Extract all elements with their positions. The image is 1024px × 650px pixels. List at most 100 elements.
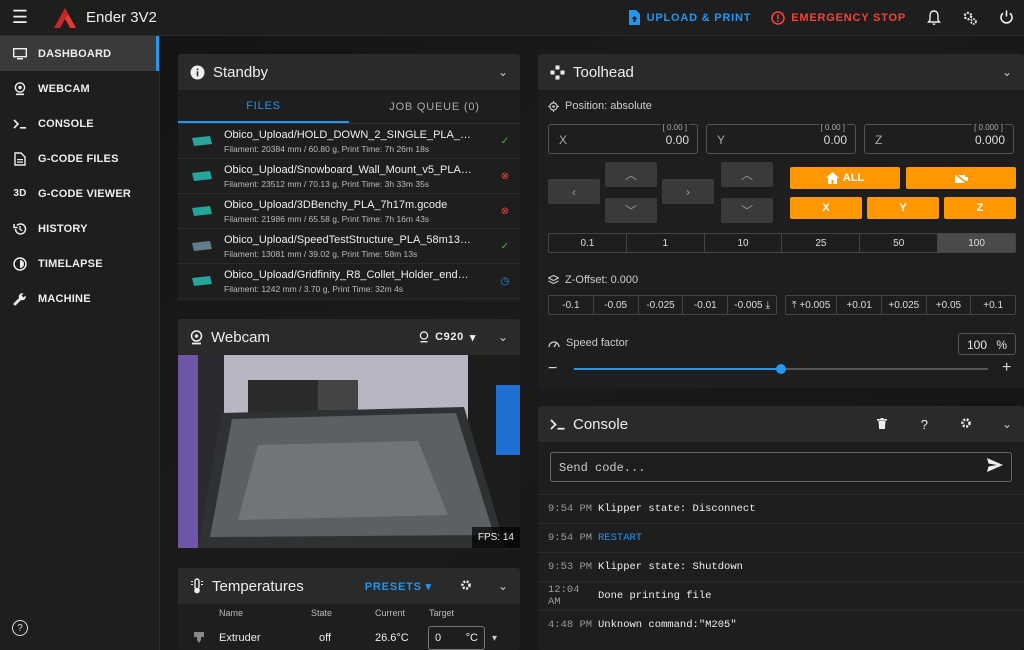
jog-y-plus-button[interactable]: ︿	[605, 162, 657, 187]
sidebar-item-gcode-viewer[interactable]: 3D G-CODE VIEWER	[0, 176, 159, 211]
sidebar-item-console[interactable]: CONSOLE	[0, 106, 159, 141]
z-offset-down-button[interactable]: -0.005 ⤓	[728, 296, 776, 314]
file-thumbnail	[192, 241, 212, 251]
sidebar-item-machine[interactable]: MACHINE	[0, 281, 159, 316]
sidebar: DASHBOARD WEBCAM CONSOLE G-CODE FILES 3D…	[0, 36, 160, 650]
sidebar-item-history[interactable]: HISTORY	[0, 211, 159, 246]
target-temp-input[interactable]: 0 °C	[428, 626, 485, 650]
file-name: Obico_Upload/Snowboard_Wall_Mount_v5_PLA…	[224, 163, 474, 176]
file-row[interactable]: Obico_Upload/HOLD_DOWN_2_SINGLE_PLA_7h26…	[178, 124, 520, 159]
upload-print-button[interactable]: UPLOAD & PRINT	[618, 0, 762, 36]
y-position-field[interactable]: Y [ 0.00 ] 0.00	[706, 123, 856, 154]
z-offset-up-group: ⤒ +0.005 +0.01 +0.025 +0.05 +0.1	[785, 295, 1016, 315]
sidebar-item-dashboard[interactable]: DASHBOARD	[0, 36, 159, 71]
z-offset-down-button[interactable]: -0.05	[594, 296, 639, 314]
file-row[interactable]: Obico_Upload/Gridfinity_R8_Collet_Holder…	[178, 264, 520, 299]
sidebar-item-timelapse[interactable]: TIMELAPSE	[0, 246, 159, 281]
jog-x-minus-button[interactable]: ‹	[548, 179, 600, 204]
webcam-header[interactable]: Webcam C920 ▾ ⌄	[178, 319, 520, 355]
tab-files[interactable]: FILES	[178, 90, 349, 123]
step-option[interactable]: 100	[938, 234, 1015, 252]
jog-y-minus-button[interactable]: ﹀	[605, 198, 657, 223]
step-option[interactable]: 0.1	[549, 234, 627, 252]
speed-slider[interactable]	[574, 364, 988, 374]
bell-icon[interactable]	[916, 0, 952, 36]
axis-requested: [ 0.00 ]	[660, 123, 689, 132]
gear-icon[interactable]	[960, 416, 972, 433]
dashboard-content: Standby ⌄ FILES JOB QUEUE (0) Obico_Uplo…	[160, 36, 1024, 650]
motors-off-button[interactable]	[906, 167, 1016, 189]
file-meta: Filament: 21986 mm / 65.58 g, Print Time…	[224, 213, 430, 224]
jog-z-minus-button[interactable]: ﹀	[721, 198, 773, 223]
console-header[interactable]: Console ? ⌄	[538, 406, 1024, 442]
z-offset-down-button[interactable]: -0.01	[683, 296, 729, 314]
step-option[interactable]: 50	[860, 234, 939, 252]
standby-header[interactable]: Standby ⌄	[178, 54, 520, 90]
app-bar: ☰ Ender 3V2 UPLOAD & PRINT EMERGENCY STO…	[0, 0, 1024, 36]
jog-x-plus-button[interactable]: ›	[662, 179, 714, 204]
home-icon	[825, 172, 839, 184]
console-message: Klipper state: Disconnect	[598, 503, 756, 515]
presets-button[interactable]: PRESETS ▾	[365, 580, 432, 593]
temperatures-title: Temperatures	[212, 577, 304, 595]
chevron-down-icon[interactable]: ⌄	[498, 65, 508, 79]
home-all-button[interactable]: ALL	[790, 167, 900, 189]
step-option[interactable]: 25	[782, 234, 861, 252]
step-option[interactable]: 1	[627, 234, 705, 252]
power-icon[interactable]	[988, 0, 1024, 36]
target-unit: °C	[465, 632, 478, 644]
camera-select[interactable]: C920 ▾	[419, 331, 476, 344]
jog-z-plus-button[interactable]: ︿	[721, 162, 773, 187]
tab-job-queue[interactable]: JOB QUEUE (0)	[349, 90, 520, 123]
file-row[interactable]: Obico_Upload/3DBenchy_PLA_7h17m.gcode Fi…	[178, 194, 520, 229]
minus-icon[interactable]: −	[548, 360, 557, 378]
console-time: 9:54 PM	[548, 532, 593, 544]
z-offset-up-button[interactable]: ⤒ +0.005	[786, 296, 838, 314]
table-row: Extruder off 26.6°C 0 °C ▾	[178, 624, 520, 650]
menu-icon[interactable]: ☰	[0, 0, 40, 36]
sidebar-item-gcode-files[interactable]: G-CODE FILES	[0, 141, 159, 176]
z-offset-up-button[interactable]: +0.025	[882, 296, 927, 314]
settings-gears-icon[interactable]	[952, 0, 988, 36]
slider-handle[interactable]	[776, 364, 786, 374]
sidebar-item-label: CONSOLE	[38, 117, 94, 130]
chevron-down-icon[interactable]: ⌄	[498, 579, 508, 593]
console-link[interactable]: RESTART	[598, 532, 642, 544]
send-icon[interactable]	[987, 458, 1003, 476]
help-icon[interactable]: ?	[921, 417, 928, 432]
console-line: 12:04 AM Done printing file	[538, 581, 1024, 610]
temperatures-header[interactable]: Temperatures PRESETS ▾ ⌄	[178, 568, 520, 604]
gear-icon[interactable]	[460, 578, 472, 595]
z-offset-up-button[interactable]: +0.1	[971, 296, 1015, 314]
console-message: Done printing file	[598, 590, 712, 602]
emergency-stop-button[interactable]: EMERGENCY STOP	[761, 0, 916, 36]
sidebar-item-webcam[interactable]: WEBCAM	[0, 71, 159, 106]
plus-icon[interactable]: +	[1002, 359, 1011, 377]
home-y-button[interactable]: Y	[867, 197, 939, 219]
toolhead-header[interactable]: Toolhead ⌄	[538, 54, 1024, 90]
axis-requested: [ 0.00 ]	[818, 123, 847, 132]
speed-factor-input[interactable]: 100 %	[958, 333, 1016, 355]
caret-down-icon[interactable]: ▾	[492, 633, 497, 644]
step-option[interactable]: 10	[705, 234, 783, 252]
chevron-down-icon[interactable]: ⌄	[1002, 417, 1012, 431]
z-offset-down-button[interactable]: -0.1	[549, 296, 594, 314]
home-z-button[interactable]: Z	[944, 197, 1016, 219]
axis-value: 0.000	[974, 133, 1005, 147]
z-offset-up-button[interactable]: +0.05	[927, 296, 972, 314]
send-code-input[interactable]	[559, 459, 959, 477]
file-row[interactable]: Obico_Upload/Snowboard_Wall_Mount_v5_PLA…	[178, 159, 520, 194]
z-position-field[interactable]: Z [ 0.000 ] 0.000	[864, 123, 1014, 154]
extruder-icon	[194, 632, 204, 643]
help-icon[interactable]: ?	[12, 620, 28, 636]
x-position-field[interactable]: X [ 0.00 ] 0.00	[548, 123, 698, 154]
cancel-circle-icon: ⊗	[500, 205, 510, 217]
chevron-down-icon[interactable]: ⌄	[1002, 65, 1012, 79]
home-x-button[interactable]: X	[790, 197, 862, 219]
file-thumbnail	[192, 206, 212, 216]
trash-icon[interactable]	[876, 416, 887, 433]
chevron-down-icon[interactable]: ⌄	[498, 330, 508, 344]
z-offset-down-button[interactable]: -0.025	[639, 296, 684, 314]
z-offset-up-button[interactable]: +0.01	[837, 296, 882, 314]
file-row[interactable]: Obico_Upload/SpeedTestStructure_PLA_58m1…	[178, 229, 520, 264]
